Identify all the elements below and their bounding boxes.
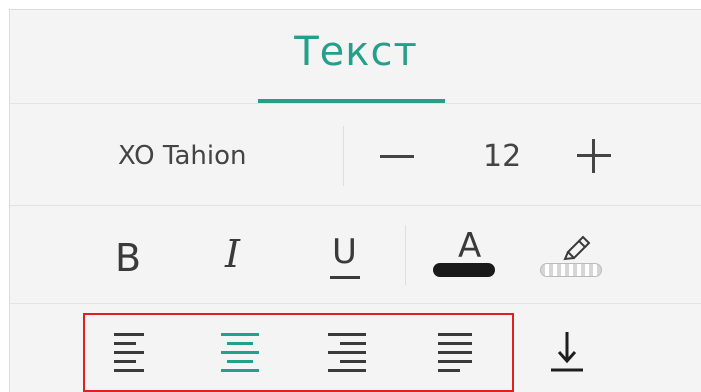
italic-button[interactable]: I: [225, 232, 240, 276]
divider: [10, 103, 701, 104]
text-format-panel: Текст XO Tahion 12 B I U A: [9, 9, 701, 392]
text-color-swatch: [433, 263, 495, 277]
divider: [10, 205, 701, 206]
divider: [343, 126, 344, 186]
underline-button[interactable]: U: [332, 232, 357, 272]
align-left-icon[interactable]: [114, 329, 152, 375]
text-color-button[interactable]: A: [458, 226, 481, 266]
divider: [405, 225, 406, 285]
align-center-icon[interactable]: [221, 329, 259, 375]
bold-button[interactable]: B: [115, 236, 141, 280]
underline-icon-bar: [330, 276, 360, 279]
tab-text[interactable]: Текст: [10, 29, 701, 75]
font-name-selector[interactable]: XO Tahion: [118, 141, 246, 171]
align-right-icon[interactable]: [328, 329, 366, 375]
minus-icon[interactable]: [380, 155, 414, 158]
highlighter-icon[interactable]: [562, 232, 592, 262]
highlight-color-swatch: [540, 263, 602, 277]
align-justify-icon[interactable]: [438, 329, 476, 375]
align-bottom-icon[interactable]: [550, 330, 584, 376]
plus-icon[interactable]: [577, 139, 611, 173]
font-size-value: 12: [483, 139, 522, 174]
divider: [10, 303, 701, 304]
